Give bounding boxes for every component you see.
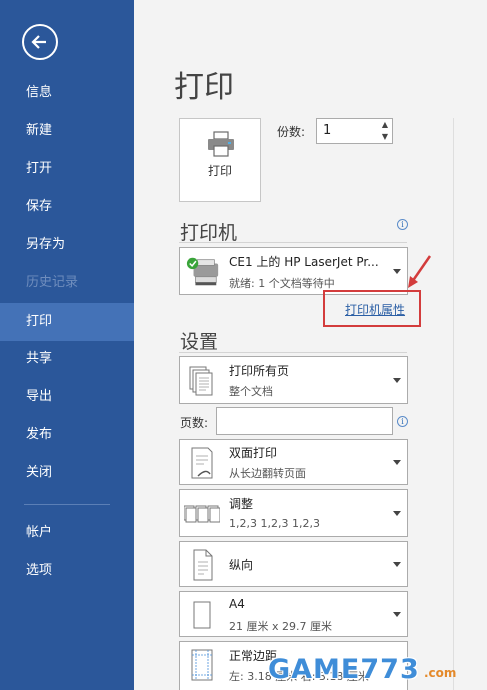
back-arrow-icon[interactable] [22, 24, 58, 60]
chevron-down-icon [393, 460, 401, 465]
nav-info[interactable]: 信息 [0, 74, 134, 112]
print-button-label: 打印 [207, 164, 232, 178]
margins-icon [191, 649, 213, 681]
preview-divider [453, 118, 454, 690]
nav-share[interactable]: 共享 [0, 340, 134, 378]
nav-export[interactable]: 导出 [0, 378, 134, 416]
printer-device-icon [186, 257, 219, 286]
printer-heading: 打印机 [180, 222, 238, 244]
nav-open[interactable]: 打开 [0, 150, 134, 188]
print-button[interactable]: 打印 [179, 118, 261, 202]
duplex-title: 双面打印 [229, 446, 278, 460]
duplex-dropdown[interactable]: 双面打印 从长边翻转页面 [179, 439, 408, 485]
spin-down-icon[interactable]: ▼ [378, 131, 392, 143]
watermark-logo: GAME773 .com [242, 650, 487, 690]
nav-divider [24, 504, 110, 505]
info-icon[interactable]: i [397, 416, 408, 427]
collate-icon [184, 505, 220, 523]
copies-input[interactable]: 1 ▲ ▼ [316, 118, 393, 144]
spin-up-icon[interactable]: ▲ [378, 119, 392, 131]
page-title: 打印 [174, 70, 234, 105]
portrait-icon [193, 549, 213, 581]
backstage-sidebar: 信息 新建 打开 保存 另存为 历史记录 打印 共享 导出 发布 关闭 帐户 选… [0, 0, 134, 690]
nav-history: 历史记录 [26, 275, 79, 290]
printer-heading-rule [179, 242, 407, 243]
nav-save-as[interactable]: 另存为 [0, 226, 134, 264]
nav-print[interactable]: 打印 [0, 303, 134, 341]
copies-value: 1 [323, 123, 332, 138]
collate-title: 调整 [229, 497, 254, 511]
paper-size-title: A4 [229, 597, 245, 611]
orientation-dropdown[interactable]: 纵向 [179, 541, 408, 587]
nav-options[interactable]: 选项 [0, 552, 134, 590]
watermark-suffix: .com [424, 666, 457, 680]
orientation-title: 纵向 [229, 558, 254, 572]
watermark-text: GAME773 [268, 654, 420, 685]
chevron-down-icon [393, 511, 401, 516]
pages-input[interactable] [216, 407, 393, 435]
print-range-title: 打印所有页 [229, 364, 290, 378]
printer-icon [208, 131, 234, 157]
info-icon[interactable]: i [397, 219, 408, 230]
chevron-down-icon [393, 269, 401, 274]
paper-size-subtitle: 21 厘米 x 29.7 厘米 [229, 620, 332, 633]
duplex-icon [191, 447, 213, 479]
settings-heading-rule [179, 352, 407, 353]
nav-publish[interactable]: 发布 [0, 416, 134, 454]
printer-status: 就绪: 1 个文档等待中 [229, 277, 335, 290]
pages-label: 页数: [180, 416, 209, 430]
settings-heading: 设置 [180, 331, 219, 353]
printer-dropdown[interactable]: CE1 上的 HP LaserJet Pr... 就绪: 1 个文档等待中 [179, 247, 408, 295]
nav-save[interactable]: 保存 [0, 188, 134, 226]
collate-subtitle: 1,2,3 1,2,3 1,2,3 [229, 517, 320, 530]
chevron-down-icon [393, 612, 401, 617]
collate-dropdown[interactable]: 调整 1,2,3 1,2,3 1,2,3 [179, 489, 408, 537]
paper-size-dropdown[interactable]: A4 21 厘米 x 29.7 厘米 [179, 591, 408, 637]
print-range-subtitle: 整个文档 [229, 385, 273, 398]
nav-close[interactable]: 关闭 [0, 454, 134, 492]
paper-size-icon [193, 601, 211, 629]
printer-properties-link[interactable]: 打印机属性 [345, 301, 405, 318]
duplex-subtitle: 从长边翻转页面 [229, 467, 306, 480]
nav-new[interactable]: 新建 [0, 112, 134, 150]
nav-account[interactable]: 帐户 [0, 514, 134, 552]
chevron-down-icon [393, 562, 401, 567]
printer-name: CE1 上的 HP LaserJet Pr... [229, 255, 379, 269]
print-range-dropdown[interactable]: 打印所有页 整个文档 [179, 356, 408, 404]
printer-properties-highlight: 打印机属性 [323, 290, 421, 327]
chevron-down-icon [393, 378, 401, 383]
print-panel: 打印 打印 份数: 1 ▲ ▼ 打印机 i CE1 上的 HP LaserJet… [134, 0, 487, 690]
copies-label: 份数: [277, 125, 306, 139]
pages-stack-icon [189, 366, 213, 396]
annotation-arrow-icon [408, 255, 432, 288]
